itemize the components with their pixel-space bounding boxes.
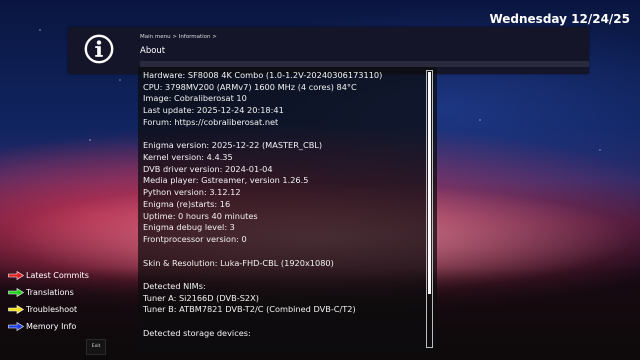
green-key-label: Translations — [26, 288, 74, 297]
yellow-key-label: Troubleshoot — [26, 305, 78, 314]
info-line: Skin & Resolution: Luka-FHD-CBL (1920x10… — [143, 257, 334, 268]
green-arrow-icon — [8, 288, 24, 297]
title-icon-box — [68, 27, 132, 74]
info-line: Image: Cobraliberosat 10 — [143, 93, 247, 104]
green-key-item[interactable]: Translations — [8, 284, 89, 301]
info-line: Enigma (re)starts: 16 — [143, 198, 231, 209]
info-line: Last update: 2025-12-24 20:18:41 — [143, 105, 284, 116]
info-line: CPU: 3798MV200 (ARMv7) 1600 MHz (4 cores… — [143, 81, 357, 92]
info-line: Media player: Gstreamer, version 1.26.5 — [143, 175, 309, 186]
blue-key-label: Memory Info — [26, 322, 77, 331]
yellow-arrow-icon — [8, 305, 24, 314]
page-title: About — [140, 46, 166, 56]
scrollbar[interactable] — [426, 70, 433, 348]
info-line: Tuner B: ATBM7821 DVB-T2/C (Combined DVB… — [143, 304, 356, 315]
info-line: Hardware: SF8008 4K Combo (1.0-1.2V-2024… — [143, 70, 383, 80]
red-key-item[interactable]: Latest Commits — [8, 267, 89, 284]
info-line: Python version: 3.12.12 — [143, 187, 241, 198]
info-line: Uptime: 0 hours 40 minutes — [143, 210, 258, 221]
info-line: Frontprocessor version: 0 — [143, 234, 247, 245]
info-line: Detected storage devices: — [143, 327, 251, 338]
info-line: Detected NIMs: — [143, 280, 206, 291]
info-line — [143, 269, 425, 281]
info-line: Tuner A: Si2166D (DVB-S2X) — [143, 292, 259, 303]
info-line — [143, 246, 425, 258]
info-line — [143, 129, 425, 141]
info-line: Kernel version: 4.4.35 — [143, 152, 233, 163]
red-arrow-icon — [8, 271, 24, 280]
clock-datetime: Wednesday 12/24/25 — [489, 12, 630, 26]
info-line: DVB driver version: 2024-01-04 — [143, 163, 273, 174]
exit-button[interactable]: Exit — [86, 339, 106, 355]
about-info-list: Hardware: SF8008 4K Combo (1.0-1.2V-2024… — [143, 70, 425, 340]
blue-arrow-icon — [8, 322, 24, 331]
breadcrumb: Main menu > Information > — [140, 34, 217, 40]
about-info-panel[interactable]: Hardware: SF8008 4K Combo (1.0-1.2V-2024… — [138, 67, 437, 351]
info-line: Enigma version: 2025-12-22 (MASTER_CBL) — [143, 140, 323, 151]
scrollbar-thumb[interactable] — [428, 72, 431, 294]
info-icon — [84, 34, 114, 64]
info-line: Forum: https://cobraliberosat.net — [143, 116, 279, 127]
color-key-list: Latest Commits Translations Troubleshoot Me… — [8, 267, 89, 335]
info-line — [143, 316, 425, 328]
blue-key-item[interactable]: Memory Info — [8, 318, 89, 335]
yellow-key-item[interactable]: Troubleshoot — [8, 301, 89, 318]
info-line: Enigma debug level: 3 — [143, 222, 235, 233]
red-key-label: Latest Commits — [26, 271, 89, 280]
